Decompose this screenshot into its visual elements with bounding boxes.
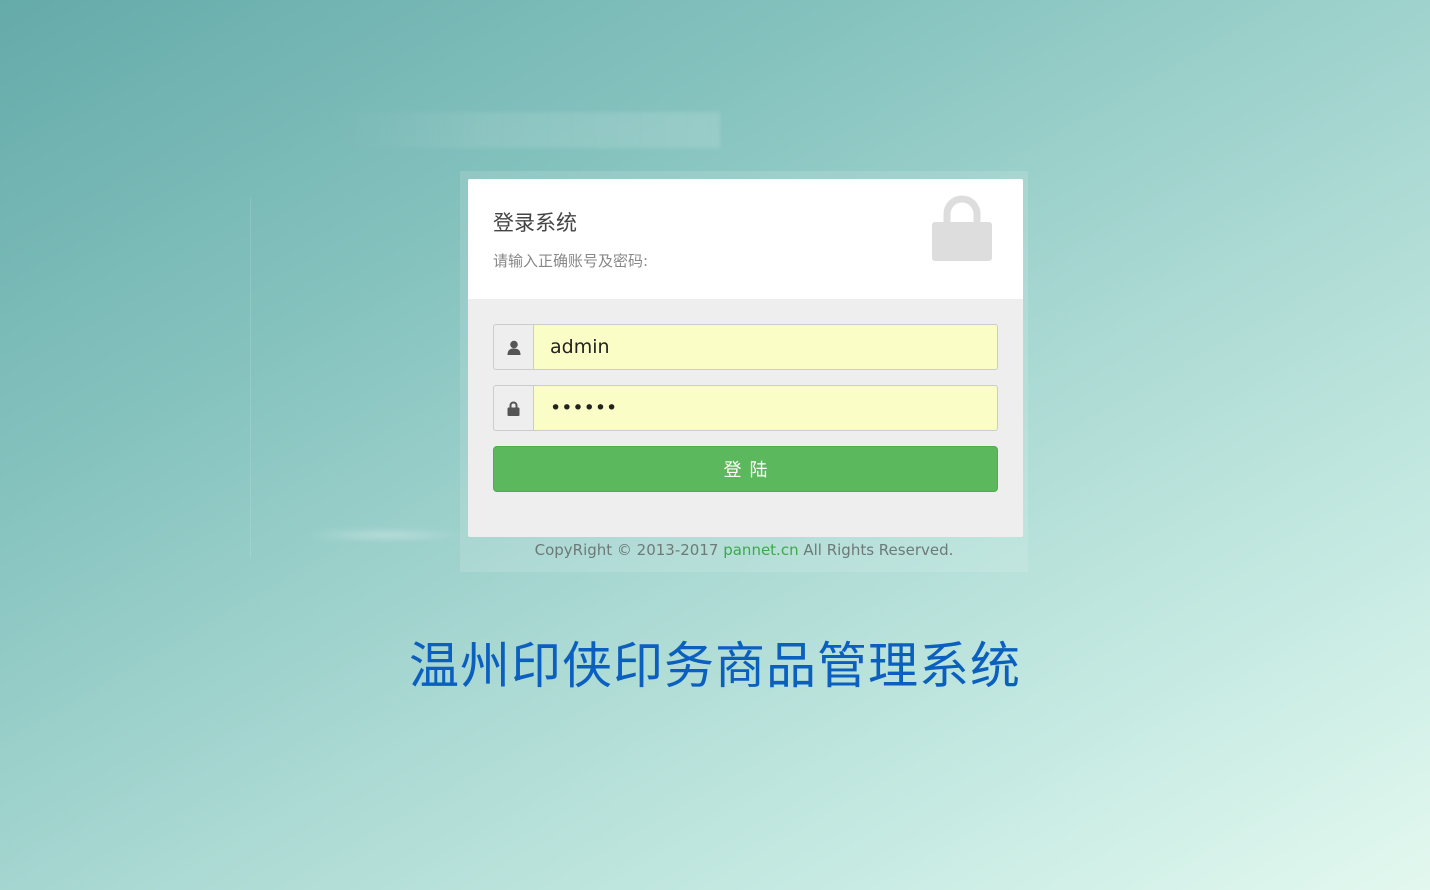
username-addon: [493, 324, 533, 370]
login-button[interactable]: 登陆: [493, 446, 998, 492]
site-link[interactable]: pannet.cn: [723, 541, 798, 559]
password-group: [493, 385, 998, 431]
background-ghost-title: [335, 112, 720, 148]
login-header: 登录系统 请输入正确账号及密码:: [468, 179, 1023, 299]
lock-icon: [507, 401, 520, 416]
password-field[interactable]: [533, 385, 998, 431]
system-title: 温州印侠印务商品管理系统: [409, 637, 1021, 695]
login-box: 登录系统 请输入正确账号及密码: 登陆: [468, 179, 1023, 537]
login-subtitle: 请输入正确账号及密码:: [493, 252, 649, 270]
login-title: 登录系统: [493, 211, 577, 235]
username-group: [493, 324, 998, 370]
copyright-suffix: All Rights Reserved.: [798, 541, 954, 559]
password-addon: [493, 385, 533, 431]
background-light-streak: [300, 528, 470, 542]
copyright-prefix: CopyRight © 2013-2017: [534, 541, 724, 559]
username-field[interactable]: [533, 324, 998, 370]
copyright: CopyRight © 2013-2017 pannet.cn All Righ…: [460, 541, 1028, 559]
user-icon: [507, 340, 520, 355]
lock-icon: [932, 195, 992, 261]
background-ghost-panel: [250, 198, 461, 558]
